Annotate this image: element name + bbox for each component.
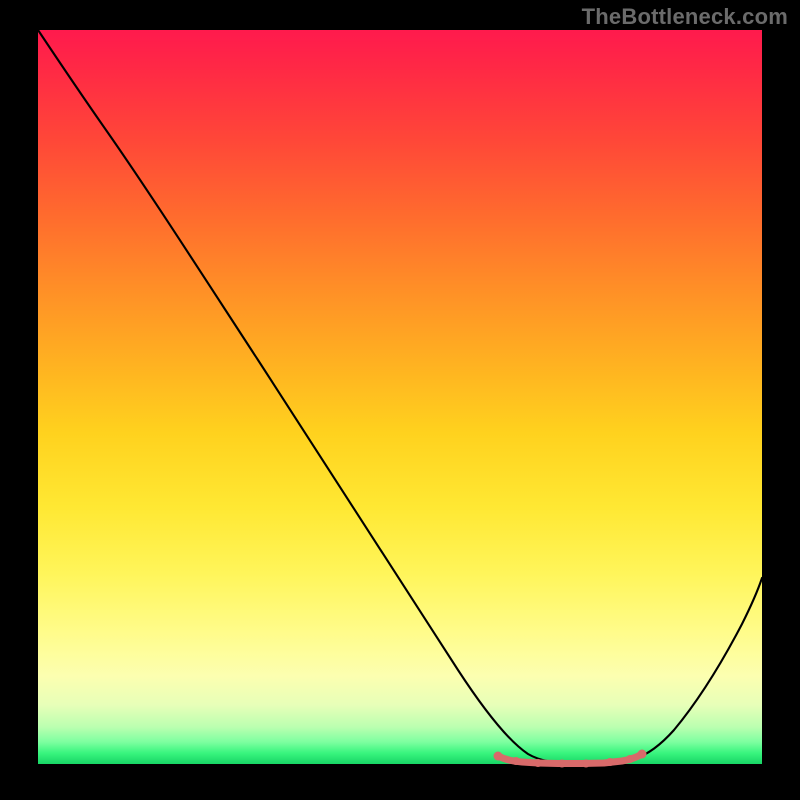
optimal-region-dot bbox=[626, 755, 634, 763]
optimal-region-dot bbox=[494, 752, 503, 761]
optimal-region-dot bbox=[512, 757, 520, 765]
optimal-region-dot bbox=[534, 759, 542, 767]
optimal-region-dot bbox=[638, 750, 647, 759]
optimal-region-dot bbox=[558, 760, 566, 768]
watermark-text: TheBottleneck.com bbox=[582, 4, 788, 30]
optimal-region-dot bbox=[582, 760, 590, 768]
optimal-region-dot bbox=[606, 758, 614, 766]
curve-layer bbox=[38, 30, 762, 764]
chart-frame: TheBottleneck.com bbox=[0, 0, 800, 800]
plot-area bbox=[38, 30, 762, 764]
bottleneck-curve bbox=[38, 30, 762, 763]
